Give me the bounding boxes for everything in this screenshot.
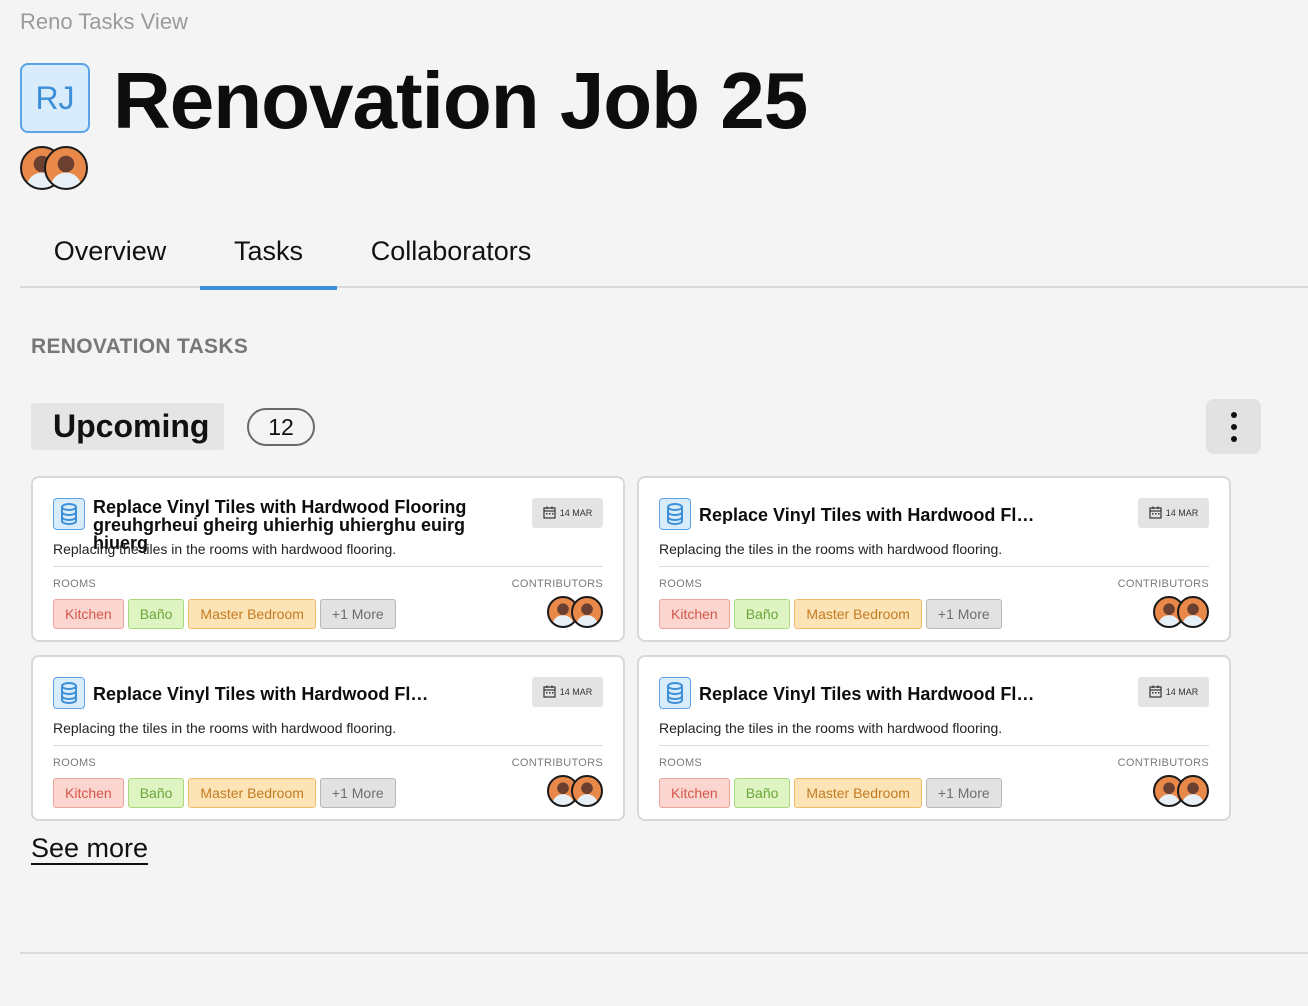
calendar-icon: [543, 685, 556, 700]
room-tag-more[interactable]: +1 More: [925, 599, 1002, 629]
calendar-icon: [1149, 506, 1162, 521]
contributors-avatars[interactable]: [547, 775, 603, 807]
room-tag-kitchen[interactable]: Kitchen: [659, 778, 730, 808]
task-description: Replacing the tiles in the rooms with ha…: [53, 720, 397, 736]
room-tag-master-bedroom[interactable]: Master Bedroom: [188, 599, 316, 629]
app-title: Reno Tasks View: [20, 9, 188, 34]
database-icon: [53, 677, 85, 709]
room-tag-bano[interactable]: Baño: [127, 599, 185, 629]
contributors-avatars[interactable]: [1153, 775, 1209, 807]
more-vertical-icon: [1230, 435, 1237, 442]
tab-tasks[interactable]: Tasks: [200, 224, 337, 290]
room-tag-kitchen[interactable]: Kitchen: [53, 778, 124, 808]
task-card[interactable]: Replace Vinyl Tiles with Hardwood Flo...…: [637, 655, 1231, 821]
calendar-icon: [1149, 685, 1162, 700]
task-description: Replacing the tiles in the rooms with ha…: [53, 541, 397, 557]
task-card[interactable]: Replace Vinyl Tiles with Hardwood Floori…: [31, 476, 625, 642]
due-date-text: 14 MAR: [559, 687, 593, 697]
room-tag-kitchen[interactable]: Kitchen: [659, 599, 730, 629]
due-date-badge: 14 MAR: [532, 677, 603, 707]
room-tag-master-bedroom[interactable]: Master Bedroom: [794, 778, 922, 808]
task-title[interactable]: Replace Vinyl Tiles with Hardwood Flo...: [699, 685, 1039, 703]
room-tags: Kitchen Baño Master Bedroom +1 More: [659, 778, 1002, 808]
contributors-label: CONTRIBUTORS: [511, 757, 603, 769]
room-tag-bano[interactable]: Baño: [733, 778, 791, 808]
due-date-badge: 14 MAR: [532, 498, 603, 528]
room-tags: Kitchen Baño Master Bedroom +1 More: [53, 778, 396, 808]
due-date-badge: 14 MAR: [1138, 498, 1209, 528]
more-vertical-icon: [1230, 411, 1237, 418]
room-tag-more[interactable]: +1 More: [319, 778, 396, 808]
room-tag-bano[interactable]: Baño: [127, 778, 185, 808]
section-heading: RENOVATION TASKS: [31, 335, 249, 358]
tab-bar: Overview Tasks Collaborators: [20, 224, 1308, 290]
avatar[interactable]: [1177, 596, 1209, 628]
due-date-text: 14 MAR: [1165, 687, 1199, 697]
task-title[interactable]: Replace Vinyl Tiles with Hardwood Flo...: [93, 685, 433, 703]
project-collaborators[interactable]: [20, 146, 88, 190]
room-tag-more[interactable]: +1 More: [319, 599, 396, 629]
room-tags: Kitchen Baño Master Bedroom +1 More: [53, 599, 396, 629]
database-icon: [659, 498, 691, 530]
avatar[interactable]: [44, 146, 88, 190]
divider: [659, 566, 1209, 567]
contributors-label: CONTRIBUTORS: [1117, 757, 1209, 769]
room-tag-kitchen[interactable]: Kitchen: [53, 599, 124, 629]
database-icon: [659, 677, 691, 709]
room-tag-bano[interactable]: Baño: [733, 599, 791, 629]
contributors-avatars[interactable]: [547, 596, 603, 628]
avatar[interactable]: [1177, 775, 1209, 807]
divider: [20, 952, 1308, 954]
rooms-label: ROOMS: [53, 757, 97, 769]
due-date-badge: 14 MAR: [1138, 677, 1209, 707]
database-icon: [53, 498, 85, 530]
contributors-label: CONTRIBUTORS: [1117, 578, 1209, 590]
room-tag-master-bedroom[interactable]: Master Bedroom: [794, 599, 922, 629]
task-card[interactable]: Replace Vinyl Tiles with Hardwood Flo...…: [31, 655, 625, 821]
room-tag-more[interactable]: +1 More: [925, 778, 1002, 808]
room-tags: Kitchen Baño Master Bedroom +1 More: [659, 599, 1002, 629]
divider: [53, 745, 603, 746]
avatar[interactable]: [571, 596, 603, 628]
contributors-label: CONTRIBUTORS: [511, 578, 603, 590]
see-more-link[interactable]: See more: [31, 833, 148, 864]
contributors-avatars[interactable]: [1153, 596, 1209, 628]
divider: [53, 566, 603, 567]
more-options-button[interactable]: [1206, 399, 1261, 454]
tab-collaborators[interactable]: Collaborators: [337, 224, 565, 288]
due-date-text: 14 MAR: [559, 508, 593, 518]
more-vertical-icon: [1230, 423, 1237, 430]
rooms-label: ROOMS: [659, 757, 703, 769]
rooms-label: ROOMS: [53, 578, 97, 590]
group-title: Upcoming: [31, 403, 224, 450]
task-card[interactable]: Replace Vinyl Tiles with Hardwood Flo...…: [637, 476, 1231, 642]
page-title: Renovation Job 25: [113, 56, 808, 145]
tab-overview[interactable]: Overview: [20, 224, 200, 288]
group-count-badge: 12: [247, 408, 315, 446]
task-title[interactable]: Replace Vinyl Tiles with Hardwood Flo...: [699, 506, 1039, 524]
room-tag-master-bedroom[interactable]: Master Bedroom: [188, 778, 316, 808]
task-description: Replacing the tiles in the rooms with ha…: [659, 720, 1003, 736]
project-badge: RJ: [20, 63, 90, 133]
task-description: Replacing the tiles in the rooms with ha…: [659, 541, 1003, 557]
due-date-text: 14 MAR: [1165, 508, 1199, 518]
avatar[interactable]: [571, 775, 603, 807]
divider: [659, 745, 1209, 746]
rooms-label: ROOMS: [659, 578, 703, 590]
calendar-icon: [543, 506, 556, 521]
